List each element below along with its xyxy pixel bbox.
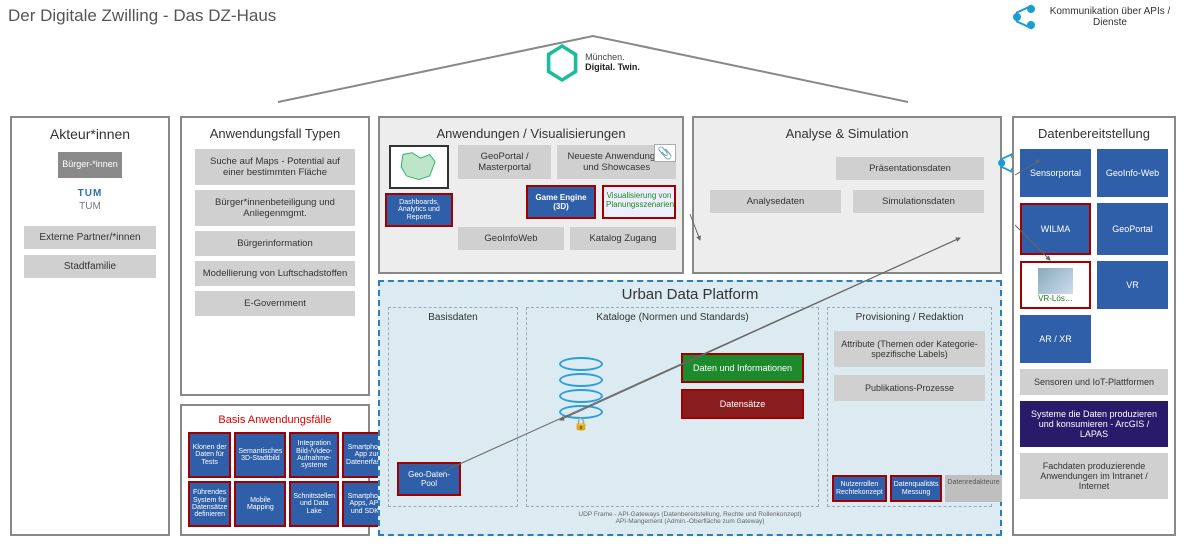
geoinfoweb-box[interactable]: GeoInfoWeb — [458, 227, 564, 250]
usecase-types-title: Anwendungsfall Typen — [188, 126, 362, 141]
roles-chip[interactable]: Nutzerrollen Rechtekonzept — [832, 475, 887, 502]
actor-external[interactable]: Externe Partner/*innen — [24, 226, 156, 249]
publication-box[interactable]: Publikations-Prozesse — [834, 375, 985, 401]
vr-solution-chip[interactable]: VR-Lös… — [1020, 261, 1091, 309]
data-info-bar[interactable]: Daten und Informationen — [681, 353, 804, 383]
udp-catalog-title: Kataloge (Normen und Standards) — [531, 312, 814, 323]
udp-provisioning-title: Provisioning / Redaktion — [832, 312, 987, 323]
udp-panel: Urban Data Platform Basisdaten Geo-Daten… — [378, 280, 1002, 536]
usecase-item[interactable]: E-Government — [195, 291, 355, 316]
intranet-block[interactable]: Fachdaten produzierende Anwendungen im I… — [1020, 453, 1168, 499]
api-legend-text: Kommunikation über APIs / Dienste — [1045, 6, 1175, 28]
usecase-item[interactable]: Suche auf Maps - Potential auf einer bes… — [195, 149, 355, 185]
simulation-data-box[interactable]: Simulationsdaten — [853, 190, 984, 213]
provision-panel: Datenbereitstellung Sensorportal GeoInfo… — [1012, 116, 1176, 536]
attributes-box[interactable]: Attribute (Themen oder Kategorie-spezifi… — [834, 331, 985, 367]
usecase-item[interactable]: Bürgerinformation — [195, 231, 355, 256]
udp-provisioning-col: Provisioning / Redaktion Attribute (Them… — [827, 307, 992, 507]
base-usecases-panel: Basis Anwendungsfälle Klonen der Daten f… — [180, 404, 370, 536]
actor-citizens[interactable]: Bürger-*innen — [58, 152, 122, 178]
udp-basis-title: Basisdaten — [393, 312, 513, 323]
lock-icon: 🔒 — [531, 417, 631, 431]
database-icon — [558, 357, 604, 413]
udp-catalog-col: Kataloge (Normen und Standards) 🔒 Daten … — [526, 307, 819, 507]
basecase-item[interactable]: Mobile Mapping — [234, 481, 286, 527]
usecase-item[interactable]: Modellierung von Luftschadstoffen — [195, 261, 355, 286]
apps-panel: Anwendungen / Visualisierungen 📎 Dashboa… — [378, 116, 684, 274]
provision-title: Datenbereitstellung — [1020, 126, 1168, 141]
map-thumbnail[interactable] — [389, 145, 449, 189]
analysis-panel: Analyse & Simulation Präsentationsdaten … — [692, 116, 1002, 274]
analysis-title: Analyse & Simulation — [700, 126, 994, 141]
share-icon — [1011, 4, 1037, 30]
game-engine-chip[interactable]: Game Engine (3D) — [526, 185, 596, 219]
presentation-data-box[interactable]: Präsentationsdaten — [836, 157, 984, 180]
sensor-portal-chip[interactable]: Sensorportal — [1020, 149, 1091, 197]
actor-city[interactable]: Stadtfamilie — [24, 255, 156, 278]
apps-title: Anwendungen / Visualisierungen — [386, 126, 676, 141]
basecase-item[interactable]: Klonen der Daten für Tests — [188, 432, 231, 478]
catalog-access-box[interactable]: Katalog Zugang — [570, 227, 676, 250]
geo-data-pool[interactable]: Geo-Daten-Pool — [397, 462, 461, 496]
visualization-chip[interactable]: Visualisierung von Planungsszenarien — [602, 185, 676, 219]
udp-footer-2: API-Mangement (Admin.-Oberfläche zum Gat… — [388, 518, 992, 525]
iot-block[interactable]: Sensoren und IoT-Plattformen — [1020, 369, 1168, 395]
basecase-item[interactable]: Schnittstellen und Data Lake — [289, 481, 339, 527]
logo: München. Digital. Twin. — [545, 44, 640, 82]
actor-tum[interactable]: TUM TUM — [18, 188, 162, 212]
tum-logo-icon: TUM — [18, 188, 162, 199]
logo-line2: Digital. Twin. — [585, 62, 640, 72]
udp-title: Urban Data Platform — [388, 286, 992, 303]
basecase-item[interactable]: Integration Bild-/Video-Aufnahme-systeme — [289, 432, 339, 478]
datasets-bar[interactable]: Datensätze — [681, 389, 804, 419]
wilma-chip[interactable]: WILMA — [1020, 203, 1091, 255]
udp-basis-col: Basisdaten Geo-Daten-Pool — [388, 307, 518, 507]
quality-chip[interactable]: Datenqualitäts Messung — [890, 475, 943, 502]
basecase-item[interactable]: Führendes System für Datensätze definier… — [188, 481, 231, 527]
usecase-types-panel: Anwendungsfall Typen Suche auf Maps - Po… — [180, 116, 370, 396]
actors-title: Akteur*innen — [18, 126, 162, 142]
geoportal-box[interactable]: GeoPortal / Masterportal — [458, 145, 551, 179]
udp-footer-1: UDP Frame - API-Gateways (Datenbereitste… — [388, 511, 992, 518]
logo-hex-icon — [545, 44, 579, 82]
systems-block[interactable]: Systeme die Daten produzieren und konsum… — [1020, 401, 1168, 447]
base-usecases-title: Basis Anwendungsfälle — [188, 414, 362, 426]
geoportal-chip[interactable]: GeoPortal — [1097, 203, 1168, 255]
editors-chip[interactable]: Datenredakteure — [945, 475, 1001, 502]
actors-panel: Akteur*innen Bürger-*innen TUM TUM Exter… — [10, 116, 170, 536]
vr-chip[interactable]: VR — [1097, 261, 1168, 309]
arxr-chip[interactable]: AR / XR — [1020, 315, 1091, 363]
attachment-icon[interactable]: 📎 — [654, 144, 676, 162]
tum-label: TUM — [18, 201, 162, 212]
dashboards-chip[interactable]: Dashboards, Analytics und Reports — [385, 193, 453, 227]
vr-solution-label: VR-Lös… — [1038, 294, 1073, 303]
page-title: Der Digitale Zwilling - Das DZ-Haus — [8, 6, 276, 26]
api-legend: Kommunikation über APIs / Dienste — [1011, 4, 1175, 30]
usecase-item[interactable]: Bürger*innenbeteiligung und Anliegenmgmt… — [195, 190, 355, 226]
basecase-item[interactable]: Semantisches 3D-Stadtbild — [234, 432, 286, 478]
geoinfoweb-chip[interactable]: GeoInfo-Web — [1097, 149, 1168, 197]
analysis-data-box[interactable]: Analysedaten — [710, 190, 841, 213]
